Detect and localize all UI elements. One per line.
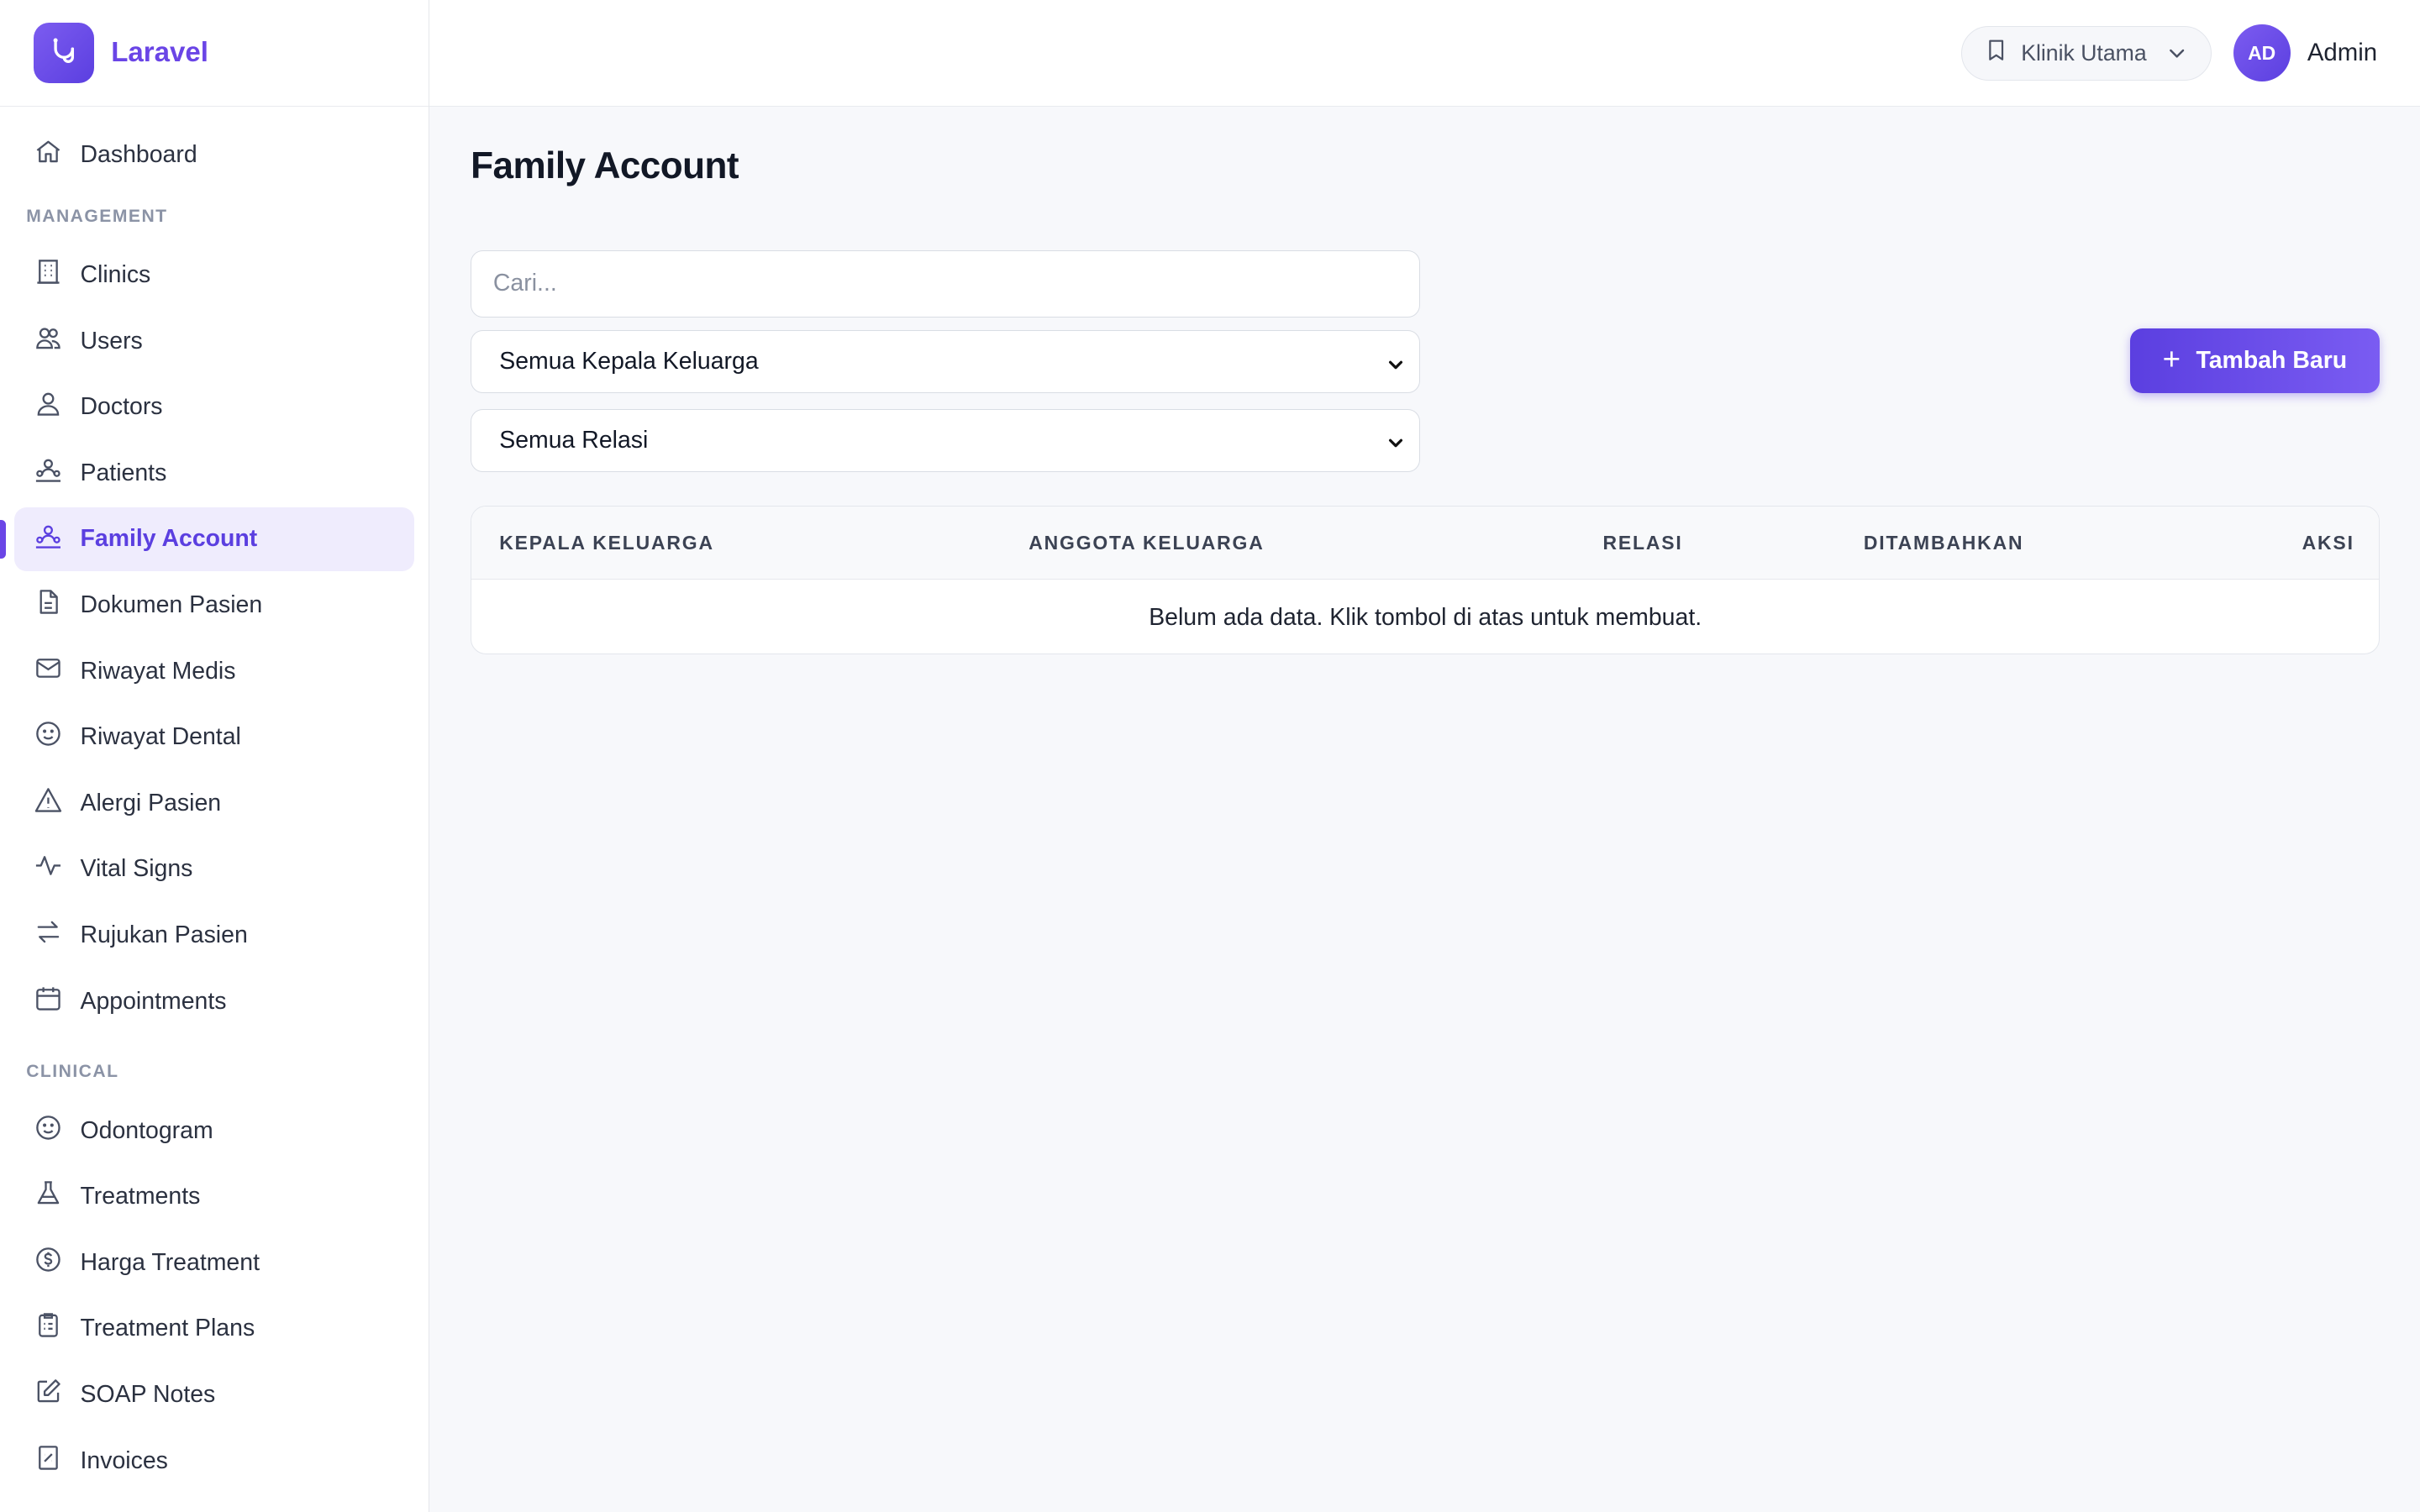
envelope-icon — [34, 654, 63, 690]
add-new-button[interactable]: + Tambah Baru — [2129, 328, 2381, 394]
column-header[interactable]: ANGGOTA KELUARGA — [1028, 532, 1264, 554]
sidebar-item-treatment-plans[interactable]: Treatment Plans — [14, 1297, 415, 1360]
nav-section-title: CLINICAL — [26, 1062, 119, 1082]
sidebar-item-label: Family Account — [80, 525, 258, 553]
sidebar-item-patients[interactable]: Patients — [14, 442, 415, 505]
sidebar-item-label: Riwayat Dental — [80, 723, 241, 751]
document-icon — [34, 587, 63, 623]
sidebar-item-label: Invoices — [80, 1446, 168, 1474]
sidebar-item-label: Rujukan Pasien — [80, 921, 248, 948]
select-value: Semua Kepala Keluarga — [499, 348, 759, 375]
sidebar: Laravel Dashboard MANAGEMENT Clinics Use… — [0, 0, 429, 1512]
user-group-icon — [34, 522, 63, 558]
edit-icon — [34, 1377, 63, 1413]
sidebar-item-label: Treatments — [80, 1183, 201, 1210]
sidebar-item-treatments[interactable]: Treatments — [14, 1165, 415, 1228]
building-icon — [34, 257, 63, 293]
sidebar-item-harga-treatment[interactable]: Harga Treatment — [14, 1231, 415, 1294]
sidebar-item-label: SOAP Notes — [80, 1380, 216, 1408]
main-content: Klinik Utama AD Admin Family Account Sem… — [429, 0, 2420, 1512]
sidebar-item-dashboard[interactable]: Dashboard — [14, 123, 415, 186]
brand[interactable]: Laravel — [0, 0, 429, 107]
user-name[interactable]: Admin — [2307, 39, 2377, 67]
user-group-icon — [34, 455, 63, 491]
pulse-icon — [34, 851, 63, 887]
sidebar-nav: Dashboard MANAGEMENT Clinics Users Docto… — [0, 107, 429, 1493]
column-header[interactable]: KEPALA KELUARGA — [499, 532, 714, 554]
chevron-down-icon — [1386, 431, 1405, 459]
sidebar-item-riwayat-dental[interactable]: Riwayat Dental — [14, 706, 415, 769]
add-new-button-label: Tambah Baru — [2196, 347, 2348, 375]
sidebar-item-label: Odontogram — [80, 1116, 213, 1144]
sidebar-item-label: Clinics — [80, 261, 151, 289]
clinic-switcher-label: Klinik Utama — [2021, 39, 2147, 66]
sidebar-item-appointments[interactable]: Appointments — [14, 969, 415, 1032]
sidebar-item-alergi-pasien[interactable]: Alergi Pasien — [14, 772, 415, 835]
sidebar-item-vital-signs[interactable]: Vital Signs — [14, 837, 415, 900]
sidebar-item-label: Dashboard — [80, 141, 197, 169]
calendar-icon — [34, 984, 63, 1020]
smile-icon — [34, 719, 63, 755]
warning-icon — [34, 785, 63, 822]
users-icon — [34, 323, 63, 360]
brand-logo-icon — [34, 23, 95, 83]
column-header[interactable]: DITAMBAHKAN — [1864, 532, 2024, 554]
sidebar-item-users[interactable]: Users — [14, 310, 415, 373]
sidebar-item-label: Riwayat Medis — [80, 657, 236, 685]
sidebar-item-label: Vital Signs — [80, 855, 193, 883]
search-input[interactable] — [471, 249, 1420, 318]
sidebar-item-label: Alergi Pasien — [80, 789, 222, 816]
family-account-table: KEPALA KELUARGA ANGGOTA KELUARGA RELASI … — [471, 506, 2381, 654]
sidebar-item-rujukan-pasien[interactable]: Rujukan Pasien — [14, 904, 415, 967]
clinic-switcher[interactable]: Klinik Utama — [1961, 26, 2212, 81]
chevron-down-icon — [2165, 41, 2189, 71]
arrows-exchange-icon — [34, 917, 63, 953]
bookmark-icon — [1984, 38, 2008, 68]
column-header[interactable]: RELASI — [1602, 532, 1682, 554]
receipt-icon — [34, 1443, 63, 1479]
sidebar-item-label: Doctors — [80, 393, 163, 421]
sidebar-item-doctors[interactable]: Doctors — [14, 375, 415, 438]
sidebar-item-label: Patients — [80, 459, 167, 486]
table-header: KEPALA KELUARGA ANGGOTA KELUARGA RELASI … — [471, 507, 2380, 580]
page-title: Family Account — [471, 144, 739, 186]
sidebar-item-dokumen-pasien[interactable]: Dokumen Pasien — [14, 574, 415, 637]
brand-name: Laravel — [111, 36, 208, 68]
sidebar-item-label: Appointments — [80, 987, 227, 1015]
user-icon — [34, 389, 63, 425]
chevron-down-icon — [1386, 353, 1405, 381]
relation-filter-select[interactable]: Semua Relasi — [471, 408, 1420, 473]
column-header: AKSI — [2302, 531, 2354, 554]
sidebar-item-label: Treatment Plans — [80, 1315, 255, 1342]
sidebar-item-soap-notes[interactable]: SOAP Notes — [14, 1363, 415, 1426]
empty-state-message: Belum ada data. Klik tombol di atas untu… — [1149, 604, 1702, 632]
top-bar: Klinik Utama AD Admin — [429, 0, 2420, 107]
select-value: Semua Relasi — [499, 426, 649, 454]
plus-icon: + — [2162, 341, 2181, 376]
nav-section-title: MANAGEMENT — [26, 206, 168, 226]
family-head-filter-select[interactable]: Semua Kepala Keluarga — [471, 330, 1420, 394]
sidebar-item-label: Harga Treatment — [80, 1248, 260, 1276]
dollar-circle-icon — [34, 1245, 63, 1281]
flask-icon — [34, 1179, 63, 1215]
clipboard-icon — [34, 1310, 63, 1347]
home-icon — [34, 137, 63, 173]
sidebar-item-family-account[interactable]: Family Account — [0, 507, 415, 571]
sidebar-item-invoices[interactable]: Invoices — [14, 1429, 415, 1492]
sidebar-item-odontogram[interactable]: Odontogram — [14, 1099, 415, 1162]
smile-icon — [34, 1113, 63, 1149]
sidebar-item-riwayat-medis[interactable]: Riwayat Medis — [14, 639, 415, 702]
sidebar-item-clinics[interactable]: Clinics — [14, 244, 415, 307]
avatar[interactable]: AD — [2233, 24, 2291, 82]
sidebar-item-label: Users — [80, 327, 143, 354]
sidebar-item-label: Dokumen Pasien — [80, 591, 263, 619]
